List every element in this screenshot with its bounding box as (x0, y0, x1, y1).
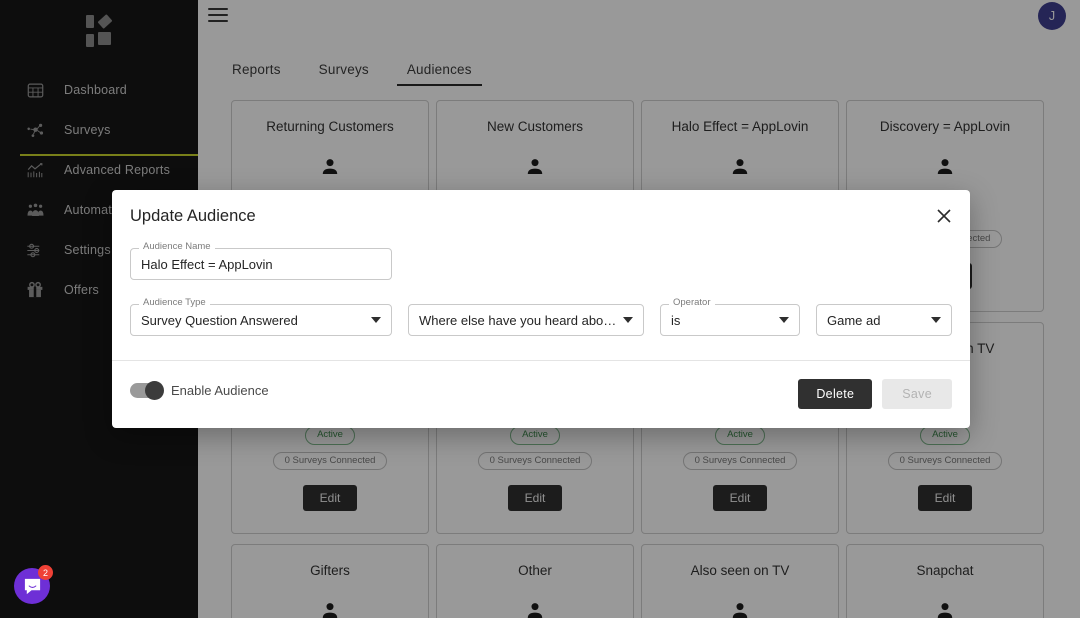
chevron-down-icon (623, 317, 633, 323)
survey-question-select[interactable]: Where else have you heard abo… (408, 304, 644, 336)
toggle-track (130, 381, 164, 400)
audience-type-select[interactable]: Audience Type Survey Question Answered (130, 298, 392, 336)
close-x-icon[interactable] (932, 204, 956, 228)
operator-select[interactable]: Operator is (660, 298, 800, 336)
answer-value: Game ad (827, 312, 881, 328)
audience-type-value: Survey Question Answered (141, 312, 298, 328)
audience-type-label: Audience Type (139, 298, 210, 308)
chevron-down-icon (931, 317, 941, 323)
audience-name-input[interactable]: Audience Name Halo Effect = AppLovin (130, 242, 392, 280)
audience-name-field-wrap: Audience Name Halo Effect = AppLovin (130, 242, 392, 280)
operator-label: Operator (669, 298, 715, 308)
intercom-launcher[interactable]: 2 (14, 565, 53, 604)
chevron-down-icon (779, 317, 789, 323)
enable-audience-label: Enable Audience (171, 383, 269, 398)
intercom-unread-badge: 2 (38, 565, 53, 580)
audience-name-label: Audience Name (139, 242, 215, 252)
enable-audience-toggle[interactable]: Enable Audience (130, 381, 269, 400)
toggle-knob (145, 381, 164, 400)
app-root: J Reports Surveys Audiences Returning Cu… (0, 0, 1080, 618)
answer-value-select[interactable]: Game ad (816, 304, 952, 336)
modal-footer: Enable Audience Delete Save (112, 361, 970, 428)
chevron-down-icon (371, 317, 381, 323)
modal-title: Update Audience (130, 207, 256, 225)
condition-row: Audience Type Survey Question Answered W… (130, 298, 952, 336)
save-button[interactable]: Save (882, 379, 952, 409)
chat-bubble-icon (24, 578, 40, 594)
footer-buttons: Delete Save (798, 379, 952, 409)
update-audience-modal: Update Audience Audience Name Halo Effec… (112, 190, 970, 428)
operator-value: is (671, 312, 681, 328)
delete-button[interactable]: Delete (798, 379, 873, 409)
audience-name-value: Halo Effect = AppLovin (141, 256, 273, 272)
survey-question-value: Where else have you heard abo… (419, 312, 617, 328)
